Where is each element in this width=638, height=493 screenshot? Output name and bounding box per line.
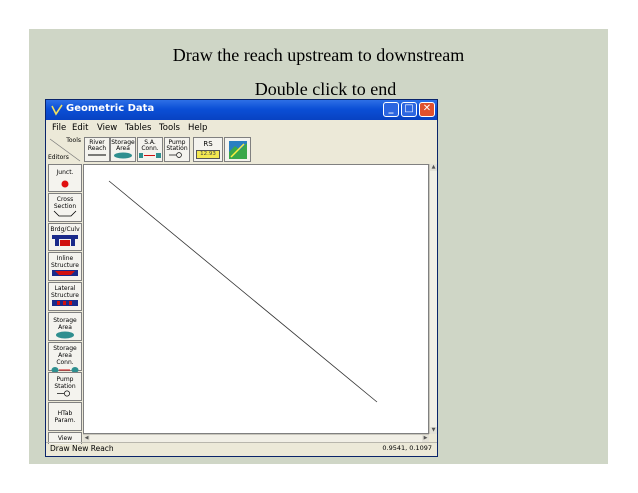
menu-file[interactable]: File — [52, 123, 66, 133]
menu-tables[interactable]: Tables — [125, 123, 151, 133]
cross-section-editor-button[interactable]: Cross Section — [48, 193, 82, 222]
instruction-line-2: Double click to end — [254, 79, 397, 99]
status-bar: Draw New Reach 0.9541, 0.1097 — [46, 442, 437, 455]
rs-badge: 12.93 — [196, 150, 220, 159]
vertical-scrollbar[interactable]: ▲ ▼ — [429, 164, 437, 434]
geometry-app-icon — [51, 104, 63, 116]
cross-section-icon — [53, 210, 77, 217]
editors-label: Editors — [48, 154, 69, 161]
tools-editors-header: Tools Editors — [48, 137, 82, 162]
editor-sidebar: Junct. Cross Section Brdg/Culv Inline St… — [48, 164, 82, 444]
scroll-up-arrow-icon[interactable]: ▲ — [430, 164, 437, 171]
storage-area-editor-button[interactable]: Storage Area — [48, 312, 82, 341]
storage-area-conn-label-2: Area Conn. — [56, 352, 74, 366]
pump-station-editor-button[interactable]: Pump Station — [48, 372, 82, 401]
storage-area-conn-label-1: Storage — [53, 345, 77, 352]
menu-help[interactable]: Help — [188, 123, 207, 133]
junction-editor-button[interactable]: Junct. — [48, 164, 82, 192]
pump-station-toolbar-button[interactable]: Pump Station — [164, 137, 190, 162]
pump-icon — [169, 152, 182, 158]
horizontal-scrollbar[interactable]: ◀ ▶ — [83, 434, 429, 442]
scroll-left-arrow-icon[interactable]: ◀ — [83, 435, 90, 442]
pump-station-editor-label-2: Station — [54, 383, 76, 390]
tools-label: Tools — [66, 137, 81, 144]
sa-conn-button[interactable]: S.A. Conn. — [137, 137, 163, 162]
view-label: View — [57, 435, 73, 442]
brdg-culv-label: Brdg/Culv — [50, 226, 80, 233]
junction-dot-icon — [61, 180, 69, 188]
scroll-right-arrow-icon[interactable]: ▶ — [422, 435, 429, 442]
storage-area-button[interactable]: Storage Area — [110, 137, 136, 162]
toolbar: Tools Editors River Reach Storage Area S… — [46, 136, 437, 163]
storage-area-editor-label-1: Storage — [53, 317, 77, 324]
rs-label: RS — [203, 140, 213, 148]
river-reach-button[interactable]: River Reach — [84, 137, 110, 162]
bridge-culvert-editor-button[interactable]: Brdg/Culv — [48, 223, 82, 251]
storage-area-conn-editor-button[interactable]: Storage Area Conn. — [48, 342, 82, 373]
htab-param-label-1: HTab — [57, 410, 73, 417]
lateral-structure-icon — [52, 300, 78, 306]
lateral-structure-label-2: Structure — [51, 292, 79, 299]
htab-param-editor-button[interactable]: HTab Param. — [48, 402, 82, 431]
lateral-structure-label-1: Lateral — [54, 285, 76, 292]
lateral-structure-editor-button[interactable]: Lateral Structure — [48, 282, 82, 311]
menu-view[interactable]: View — [97, 123, 117, 133]
drawing-canvas[interactable] — [83, 164, 429, 434]
scroll-down-arrow-icon[interactable]: ▼ — [430, 427, 437, 434]
window-title: Geometric Data — [66, 103, 155, 114]
menu-edit[interactable]: Edit — [72, 123, 88, 133]
title-bar[interactable]: Geometric Data _ □ ✕ — [46, 100, 437, 120]
close-button[interactable]: ✕ — [419, 102, 435, 117]
inline-structure-label-2: Structure — [51, 262, 79, 269]
pump-station-editor-label-1: Pump — [56, 376, 74, 383]
minimize-button[interactable]: _ — [383, 102, 399, 117]
inline-structure-icon — [52, 270, 78, 276]
menu-bar: File Edit View Tables Tools Help — [46, 122, 437, 136]
inline-structure-label-1: Inline — [56, 255, 74, 262]
junct-label: Junct. — [56, 169, 74, 176]
maximize-button[interactable]: □ — [401, 102, 417, 117]
sa-connector-icon — [139, 153, 161, 158]
bridge-icon — [52, 235, 78, 246]
storage-area-icon — [114, 152, 132, 159]
inline-structure-editor-button[interactable]: Inline Structure — [48, 252, 82, 281]
menu-tools[interactable]: Tools — [159, 123, 180, 133]
status-mode: Draw New Reach — [50, 444, 114, 453]
cross-section-label-2: Section — [53, 203, 77, 210]
reach-line-icon — [88, 154, 106, 156]
instruction-line-1: Draw the reach upstream to downstream — [172, 45, 465, 65]
rs-button[interactable]: RS 12.93 — [193, 137, 223, 162]
cursor-coordinates: 0.9541, 0.1097 — [382, 444, 432, 452]
background-map-button[interactable] — [224, 137, 251, 162]
map-icon — [228, 141, 247, 159]
pump-station-icon — [57, 390, 70, 397]
storage-area-editor-icon — [56, 331, 74, 339]
cross-section-label-1: Cross — [56, 196, 74, 203]
htab-param-label-2: Param. — [54, 417, 76, 424]
storage-area-editor-label-2: Area — [58, 324, 72, 331]
geometric-data-window: Geometric Data _ □ ✕ File Edit View Tabl… — [45, 99, 438, 457]
drawn-reach-line — [108, 180, 378, 403]
